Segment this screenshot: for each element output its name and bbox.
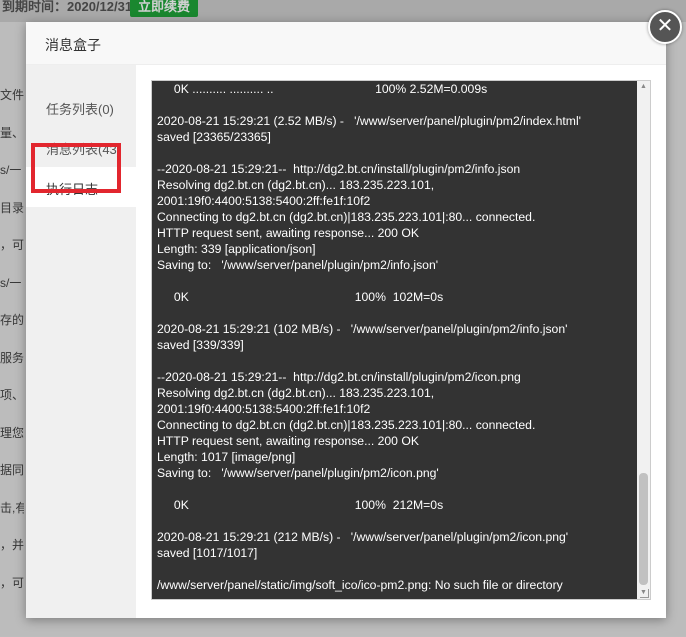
close-icon[interactable]: ✕ (648, 10, 682, 44)
log-panel: 0K .......... .......... .. 100% 2.52M=0… (136, 65, 666, 618)
dialog-title: 消息盒子 (45, 37, 101, 53)
scrollbar-thumb[interactable] (639, 473, 648, 585)
message-box-dialog: 消息盒子 ✕ 任务列表(0) 消息列表(43) 执行日志 0K ........… (26, 10, 682, 618)
execution-log-textarea[interactable]: 0K .......... .......... .. 100% 2.52M=0… (151, 80, 651, 600)
log-scrollbar[interactable]: ▲ ▼ (637, 81, 650, 599)
dialog-header: 消息盒子 (26, 22, 666, 65)
scroll-up-icon[interactable]: ▲ (637, 81, 650, 93)
sidebar-item-label: 任务列表(0) (46, 102, 114, 117)
resize-grip-icon[interactable] (640, 589, 649, 598)
log-content: 0K .......... .......... .. 100% 2.52M=0… (157, 82, 581, 592)
sidebar-item-task-list[interactable]: 任务列表(0) (26, 87, 136, 127)
highlight-box (31, 143, 121, 193)
